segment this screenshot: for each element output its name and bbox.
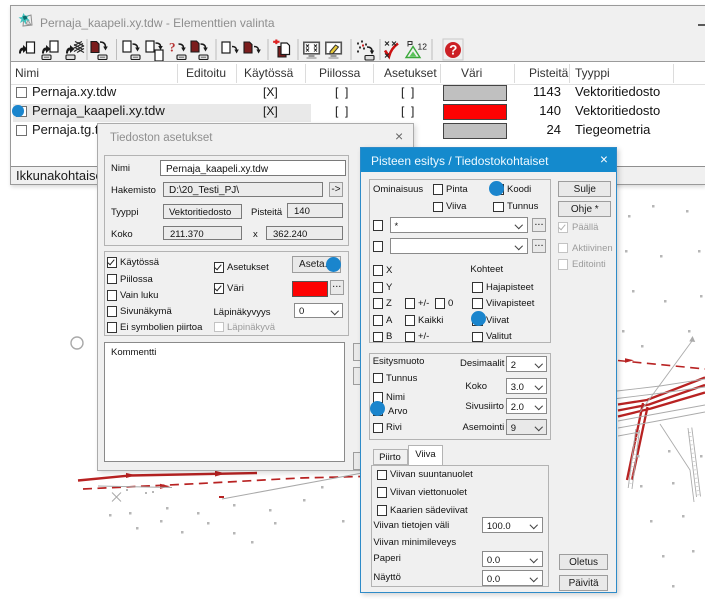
- svg-text:?: ?: [169, 40, 176, 55]
- svg-text:12: 12: [418, 42, 428, 52]
- svg-text:?: ?: [449, 43, 457, 58]
